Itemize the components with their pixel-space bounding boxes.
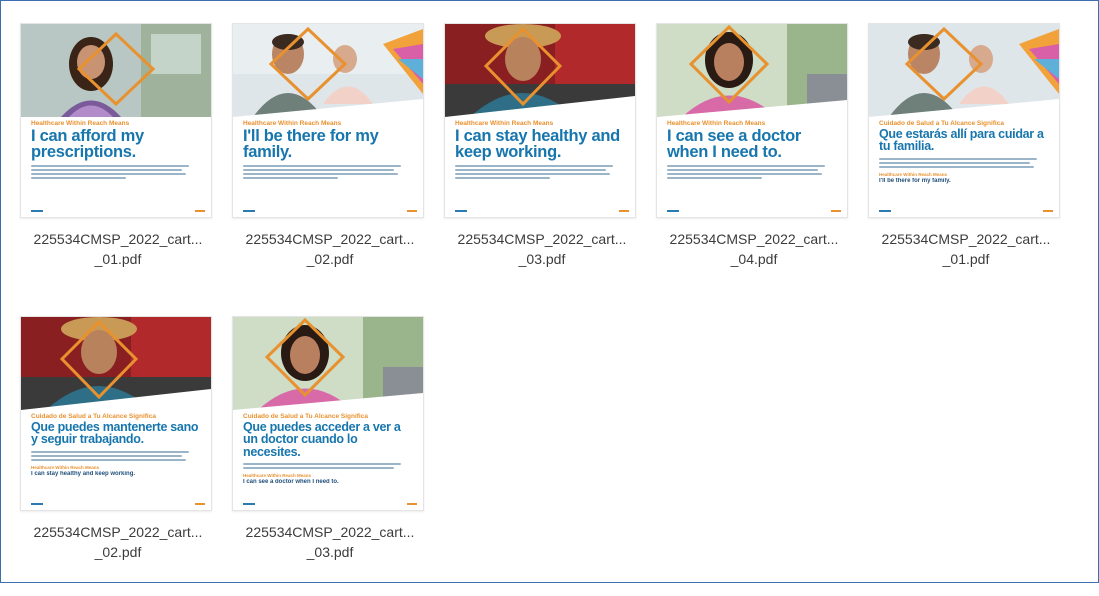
file-thumbnail[interactable]: Cuidado de Salud a Tu Alcance Significa … bbox=[868, 23, 1060, 218]
poster-subhead: Healthcare Within Reach Means bbox=[243, 472, 311, 478]
file-tile[interactable]: Healthcare Within Reach Means I can stay… bbox=[436, 23, 648, 303]
file-thumbnail[interactable]: Cuidado de Salud a Tu Alcance Significa … bbox=[232, 316, 424, 511]
poster-headline: Que puedes acceder a ver a un doctor cua… bbox=[243, 420, 401, 459]
poster-footer-mark bbox=[1043, 210, 1053, 212]
poster-footer-mark bbox=[195, 503, 205, 505]
poster-footer-logo bbox=[455, 210, 467, 212]
file-thumbnail[interactable]: Cuidado de Salud a Tu Alcance Significa … bbox=[20, 316, 212, 511]
file-thumbnail[interactable]: Healthcare Within Reach Means I can see … bbox=[656, 23, 848, 218]
poster-photo bbox=[445, 24, 635, 117]
poster-footer-mark bbox=[619, 210, 629, 212]
file-name-line2: _01.pdf bbox=[942, 251, 990, 267]
poster-footer-mark bbox=[407, 503, 417, 505]
poster-eyebrow: Cuidado de Salud a Tu Alcance Significa bbox=[243, 413, 368, 420]
poster-subhead: Healthcare Within Reach Means bbox=[31, 464, 99, 470]
poster-subline: I can stay healthy and keep working. bbox=[31, 470, 136, 477]
file-name-line2: _01.pdf bbox=[94, 251, 142, 267]
poster-body bbox=[667, 165, 839, 180]
file-name-line1: 225534CMSP_2022_cart... bbox=[245, 231, 415, 247]
poster-photo bbox=[233, 317, 423, 410]
file-name[interactable]: 225534CMSP_2022_cart... _02.pdf bbox=[12, 522, 224, 562]
file-name[interactable]: 225534CMSP_2022_cart... _01.pdf bbox=[860, 229, 1072, 269]
file-name-line2: _02.pdf bbox=[306, 251, 354, 267]
poster-footer-logo bbox=[879, 210, 891, 212]
poster-headline: I can afford my prescriptions. bbox=[31, 127, 144, 162]
file-name-line2: _03.pdf bbox=[518, 251, 566, 267]
file-name-line1: 225534CMSP_2022_cart... bbox=[457, 231, 627, 247]
file-name-line2: _03.pdf bbox=[306, 544, 354, 560]
poster-eyebrow: Healthcare Within Reach Means bbox=[667, 120, 766, 127]
poster-photo bbox=[21, 317, 211, 410]
poster-footer-mark bbox=[407, 210, 417, 212]
poster-eyebrow: Healthcare Within Reach Means bbox=[31, 120, 130, 127]
poster-headline: I can see a doctor when I need to. bbox=[667, 127, 801, 162]
file-name-line1: 225534CMSP_2022_cart... bbox=[881, 231, 1051, 247]
poster-eyebrow: Cuidado de Salud a Tu Alcance Significa bbox=[879, 120, 1004, 127]
poster-subline: I can see a doctor when I need to. bbox=[243, 478, 339, 485]
poster-body bbox=[31, 165, 203, 180]
poster-eyebrow: Cuidado de Salud a Tu Alcance Significa bbox=[31, 413, 156, 420]
poster-photo bbox=[21, 24, 211, 117]
file-tile[interactable]: Healthcare Within Reach Means I can affo… bbox=[12, 23, 224, 303]
poster-footer-logo bbox=[667, 210, 679, 212]
poster-footer-logo bbox=[243, 503, 255, 505]
poster-headline: I can stay healthy and keep working. bbox=[455, 127, 620, 162]
file-name[interactable]: 225534CMSP_2022_cart... _04.pdf bbox=[648, 229, 860, 269]
poster-footer-mark bbox=[195, 210, 205, 212]
file-name-line1: 225534CMSP_2022_cart... bbox=[33, 524, 203, 540]
poster-footer-mark bbox=[831, 210, 841, 212]
poster-body bbox=[455, 165, 627, 180]
poster-body bbox=[879, 157, 1051, 168]
file-tile[interactable]: Healthcare Within Reach Means I'll be th… bbox=[224, 23, 436, 303]
poster-photo bbox=[233, 24, 423, 117]
poster-subhead: Healthcare Within Reach Means bbox=[879, 171, 947, 177]
poster-eyebrow: Healthcare Within Reach Means bbox=[243, 120, 342, 127]
poster-body bbox=[243, 462, 415, 469]
file-tile[interactable]: Cuidado de Salud a Tu Alcance Significa … bbox=[224, 316, 436, 596]
file-thumbnail[interactable]: Healthcare Within Reach Means I can stay… bbox=[444, 23, 636, 218]
poster-photo bbox=[869, 24, 1059, 117]
poster-body bbox=[31, 450, 203, 461]
poster-headline: Que estarás allí para cuidar a tu famili… bbox=[879, 127, 1044, 154]
poster-headline: Que puedes mantenerte sano y seguir trab… bbox=[31, 420, 199, 447]
file-thumbnail[interactable]: Healthcare Within Reach Means I can affo… bbox=[20, 23, 212, 218]
file-name-line1: 225534CMSP_2022_cart... bbox=[245, 524, 415, 540]
file-name-line1: 225534CMSP_2022_cart... bbox=[669, 231, 839, 247]
file-grid: Healthcare Within Reach Means I can affo… bbox=[0, 0, 1099, 583]
poster-body bbox=[243, 165, 415, 180]
file-name-line1: 225534CMSP_2022_cart... bbox=[33, 231, 203, 247]
file-tile[interactable]: Cuidado de Salud a Tu Alcance Significa … bbox=[12, 316, 224, 596]
file-name-line2: _04.pdf bbox=[730, 251, 778, 267]
file-tile[interactable]: Healthcare Within Reach Means I can see … bbox=[648, 23, 860, 303]
file-name-line2: _02.pdf bbox=[94, 544, 142, 560]
file-thumbnail[interactable]: Healthcare Within Reach Means I'll be th… bbox=[232, 23, 424, 218]
file-name[interactable]: 225534CMSP_2022_cart... _02.pdf bbox=[224, 229, 436, 269]
poster-photo bbox=[657, 24, 847, 117]
file-name[interactable]: 225534CMSP_2022_cart... _01.pdf bbox=[12, 229, 224, 269]
poster-footer-logo bbox=[31, 210, 43, 212]
poster-eyebrow: Healthcare Within Reach Means bbox=[455, 120, 554, 127]
poster-footer-logo bbox=[243, 210, 255, 212]
poster-footer-logo bbox=[31, 503, 43, 505]
poster-headline: I'll be there for my family. bbox=[243, 127, 379, 162]
file-name[interactable]: 225534CMSP_2022_cart... _03.pdf bbox=[436, 229, 648, 269]
file-name[interactable]: 225534CMSP_2022_cart... _03.pdf bbox=[224, 522, 436, 562]
poster-subline: I'll be there for my family. bbox=[879, 177, 951, 184]
file-tile[interactable]: Cuidado de Salud a Tu Alcance Significa … bbox=[860, 23, 1072, 303]
